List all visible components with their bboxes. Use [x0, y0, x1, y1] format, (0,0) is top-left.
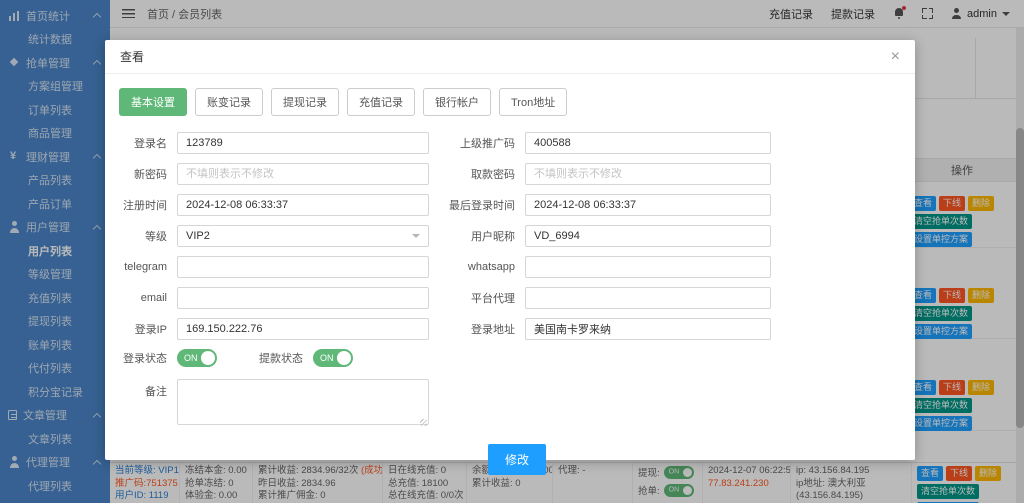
modal-tab[interactable]: Tron地址 — [499, 88, 567, 116]
last-login-time-label: 最后登录时间 — [435, 197, 515, 213]
chevron-down-icon — [412, 234, 420, 238]
new-password-field[interactable] — [177, 163, 429, 185]
email-field[interactable] — [177, 287, 429, 309]
remark-label: 备注 — [119, 379, 167, 399]
withdraw-status-label: 提款状态 — [223, 350, 303, 366]
login-ip-field[interactable] — [177, 318, 429, 340]
login-name-field[interactable] — [177, 132, 429, 154]
modal-tab[interactable]: 账变记录 — [195, 88, 263, 116]
login-address-label: 登录地址 — [435, 321, 515, 337]
nickname-field[interactable] — [525, 225, 771, 247]
modal-tab[interactable]: 银行帐户 — [423, 88, 491, 116]
login-status-label: 登录状态 — [119, 350, 167, 366]
modal-title: 查看 — [120, 48, 144, 65]
remark-textarea[interactable] — [177, 379, 429, 425]
platform-agent-field[interactable] — [525, 287, 771, 309]
level-select-value: VIP2 — [186, 230, 210, 242]
login-ip-label: 登录IP — [119, 321, 167, 337]
nickname-label: 用户昵称 — [435, 228, 515, 244]
withdraw-password-field[interactable] — [525, 163, 771, 185]
close-icon[interactable]: × — [891, 49, 900, 65]
parent-code-label: 上级推广码 — [435, 135, 515, 151]
email-label: email — [119, 292, 167, 304]
modal-body: 基本设置账变记录提现记录充值记录银行帐户 Tron地址 登录名 上级推广码 新密码… — [105, 74, 915, 475]
whatsapp-label: whatsapp — [435, 261, 515, 273]
modal-tab[interactable]: 充值记录 — [347, 88, 415, 116]
modal-tab[interactable]: 基本设置 — [119, 88, 187, 116]
platform-agent-label: 平台代理 — [435, 290, 515, 306]
new-password-label: 新密码 — [119, 166, 167, 182]
whatsapp-field[interactable] — [525, 256, 771, 278]
login-name-label: 登录名 — [119, 135, 167, 151]
withdraw-status-toggle[interactable]: ON — [313, 349, 353, 367]
register-time-field[interactable] — [177, 194, 429, 216]
level-label: 等级 — [119, 228, 167, 244]
modal-header: 查看 × — [105, 40, 915, 74]
register-time-label: 注册时间 — [119, 197, 167, 213]
telegram-label: telegram — [119, 261, 167, 273]
withdraw-password-label: 取款密码 — [435, 166, 515, 182]
telegram-field[interactable] — [177, 256, 429, 278]
modal-tab[interactable]: 提现记录 — [271, 88, 339, 116]
login-status-toggle[interactable]: ON — [177, 349, 217, 367]
view-user-modal: 查看 × 基本设置账变记录提现记录充值记录银行帐户 Tron地址 登录名 上级推广… — [105, 40, 915, 460]
modal-tabs: 基本设置账变记录提现记录充值记录银行帐户 Tron地址 — [119, 88, 915, 116]
last-login-time-field[interactable] — [525, 194, 771, 216]
modify-button[interactable]: 修改 — [488, 444, 546, 475]
login-address-field[interactable] — [525, 318, 771, 340]
parent-code-field[interactable] — [525, 132, 771, 154]
level-select[interactable]: VIP2 — [177, 225, 429, 247]
